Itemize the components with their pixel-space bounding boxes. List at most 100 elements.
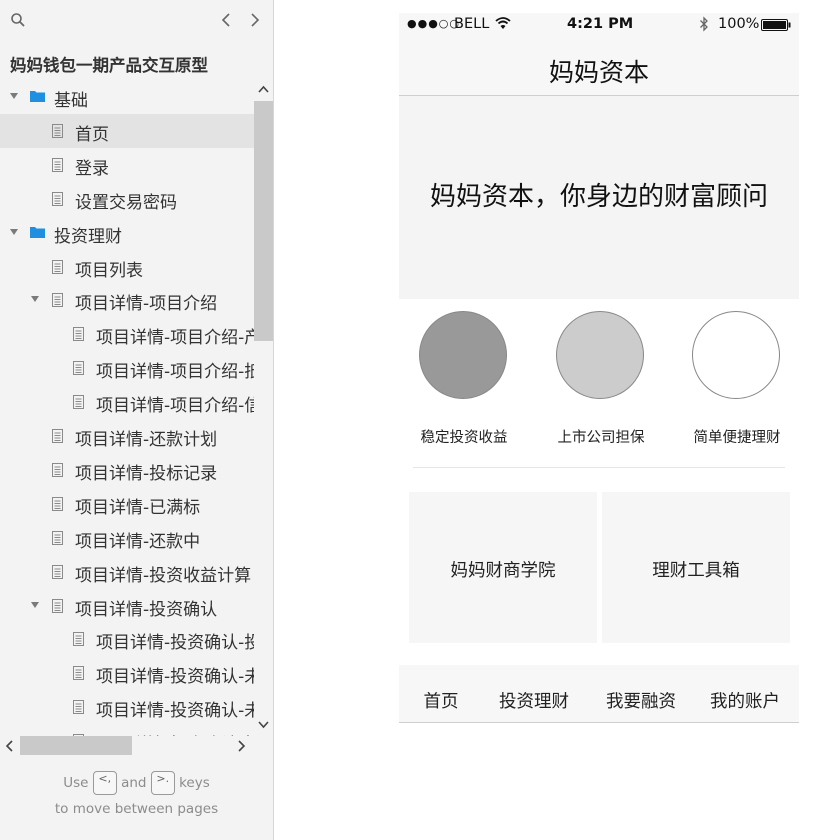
tree-page[interactable]: 首页 [0, 113, 254, 148]
feature-item[interactable]: 上市公司担保 [536, 299, 666, 469]
tree-page[interactable]: 项目详情-投资确认-未 [0, 656, 254, 690]
hint-and: and [121, 775, 147, 791]
expand-arrow-icon[interactable] [31, 601, 39, 608]
page-icon [73, 361, 84, 376]
tree-item-label: 项目详情-还款计划 [75, 430, 218, 450]
page-icon [52, 293, 63, 308]
feature-section: 稳定投资收益 上市公司担保 简单便捷理财 [399, 299, 799, 469]
tree-item-label: 项目详情-已满标 [75, 497, 201, 518]
wifi-icon [495, 17, 511, 29]
phone-prototype: ●●●○○ BELL 4:21 PM 100% 妈妈资本 妈妈资本，你身边的财富… [399, 13, 799, 723]
tree-page[interactable]: 项目详情-还款中 [0, 521, 254, 555]
tree-page[interactable]: 项目详情-已满标 [0, 487, 254, 521]
tree-page[interactable]: 项目详情-项目介绍-信 [0, 385, 254, 419]
tree-page[interactable]: 项目详情-投资确认-投 [0, 724, 254, 736]
tree-folder[interactable]: 投资理财 [0, 216, 254, 250]
scroll-right-icon[interactable] [237, 739, 247, 753]
tile-finance-toolbox[interactable]: 理财工具箱 [602, 492, 790, 643]
sitemap-panel: 妈妈钱包一期产品交互原型 基础首页登录设置交易密码投资理财项目列表项目详情-项目… [0, 0, 274, 840]
status-bar: ●●●○○ BELL 4:21 PM 100% [399, 13, 799, 37]
tree-item-label: 登录 [75, 158, 109, 179]
tab-investment[interactable]: 投资理财 [484, 688, 584, 713]
tree-item-label: 设置交易密码 [75, 192, 177, 213]
page-icon [73, 327, 84, 342]
horizontal-scroll-thumb[interactable] [20, 736, 132, 755]
keyboard-hint: Use <, and >. keys to move between pages [0, 770, 273, 822]
page-icon [52, 429, 63, 443]
carrier-name: BELL [454, 16, 490, 32]
tree-item-label: 项目详情-还款中 [75, 531, 201, 552]
page-icon [73, 666, 84, 681]
section-divider [413, 467, 785, 468]
project-title: 妈妈钱包一期产品交互原型 [10, 56, 208, 75]
feature-label: 稳定投资收益 [420, 430, 508, 446]
tab-financing[interactable]: 我要融资 [591, 688, 691, 713]
tab-my-account[interactable]: 我的账户 [695, 688, 795, 713]
scroll-left-icon[interactable] [4, 739, 14, 753]
tree-page[interactable]: 项目详情-投资收益计算 [0, 555, 254, 589]
horizontal-scrollbar[interactable] [0, 736, 254, 756]
tree-item-label: 项目详情-项目介绍 [75, 294, 218, 315]
feature-circle-icon [419, 311, 507, 399]
scroll-up-icon[interactable] [257, 84, 270, 94]
scroll-down-icon[interactable] [257, 720, 270, 730]
tree-item-label: 项目详情-投资确认 [75, 599, 218, 620]
page-icon [52, 123, 63, 138]
tree-item-label: 项目详情-投资收益计算 [75, 565, 252, 586]
previous-page-icon[interactable] [218, 11, 234, 29]
tree-item-label: 项目详情-投资确认-未 [96, 667, 254, 688]
tree-item-label: 项目详情-投标记录 [75, 463, 218, 484]
bluetooth-icon [700, 16, 708, 32]
tree-page[interactable]: 项目详情-投资确认-未 [0, 690, 254, 724]
hint-keys: keys [179, 775, 210, 791]
tree-page[interactable]: 项目详情-投标记录 [0, 453, 254, 487]
banner-slogan: 妈妈资本，你身边的财富顾问 [429, 182, 768, 212]
hero-banner[interactable]: 妈妈资本，你身边的财富顾问 [399, 96, 799, 299]
vertical-scroll-thumb[interactable] [254, 101, 273, 341]
tile-label: 妈妈财商学院 [450, 561, 556, 581]
tree-page[interactable]: 项目详情-项目介绍-产 [0, 317, 254, 351]
next-key-icon: >. [150, 771, 175, 795]
tree-page[interactable]: 设置交易密码 [0, 182, 254, 216]
search-icon[interactable] [10, 12, 26, 28]
tree-page[interactable]: 登录 [0, 148, 254, 182]
sitemap-tree: 基础首页登录设置交易密码投资理财项目列表项目详情-项目介绍项目详情-项目介绍-产… [0, 80, 254, 736]
page-icon [73, 700, 84, 715]
tile-financial-academy[interactable]: 妈妈财商学院 [409, 492, 597, 643]
next-page-icon[interactable] [247, 11, 263, 29]
page-icon [73, 395, 84, 410]
tree-item-label: 项目详情-项目介绍-抵 [96, 362, 254, 383]
tree-page[interactable]: 项目详情-投资确认 [0, 589, 254, 623]
tree-page[interactable]: 项目详情-项目介绍 [0, 283, 254, 317]
page-icon [73, 632, 84, 647]
hint-use: Use [63, 775, 89, 791]
page-icon [52, 157, 63, 172]
feature-label: 简单便捷理财 [693, 430, 781, 446]
feature-circle-icon [692, 311, 780, 399]
tree-folder[interactable]: 基础 [0, 80, 254, 114]
feature-item[interactable]: 简单便捷理财 [672, 299, 802, 469]
sitemap-toolbar [0, 0, 273, 40]
expand-arrow-icon[interactable] [10, 93, 18, 99]
tree-page[interactable]: 项目详情-还款计划 [0, 419, 254, 453]
tree-item-label: 项目详情-项目介绍-信 [96, 396, 254, 417]
tree-page[interactable]: 项目列表 [0, 250, 254, 284]
feature-item[interactable]: 稳定投资收益 [399, 299, 529, 469]
page-title: 妈妈资本 [548, 58, 649, 87]
battery-icon [761, 19, 791, 31]
expand-arrow-icon[interactable] [10, 228, 18, 235]
tree-item-label: 项目详情-投资确认-投 [96, 633, 254, 654]
vertical-scrollbar[interactable] [254, 80, 273, 736]
feature-circle-icon [556, 311, 644, 399]
expand-arrow-icon[interactable] [31, 296, 39, 303]
page-icon [52, 259, 63, 274]
tab-home[interactable]: 首页 [391, 688, 491, 713]
tree-item-label: 项目详情-项目介绍-产 [96, 328, 254, 349]
tree-page[interactable]: 项目详情-投资确认-投 [0, 622, 254, 656]
bottom-tab-bar: 首页 投资理财 我要融资 我的账户 [399, 665, 799, 722]
tree-item-label: 投资理财 [54, 226, 122, 247]
tree-page[interactable]: 项目详情-项目介绍-抵 [0, 351, 254, 385]
tree-item-label: 首页 [75, 124, 109, 145]
page-icon [52, 191, 63, 206]
folder-icon [30, 226, 45, 238]
